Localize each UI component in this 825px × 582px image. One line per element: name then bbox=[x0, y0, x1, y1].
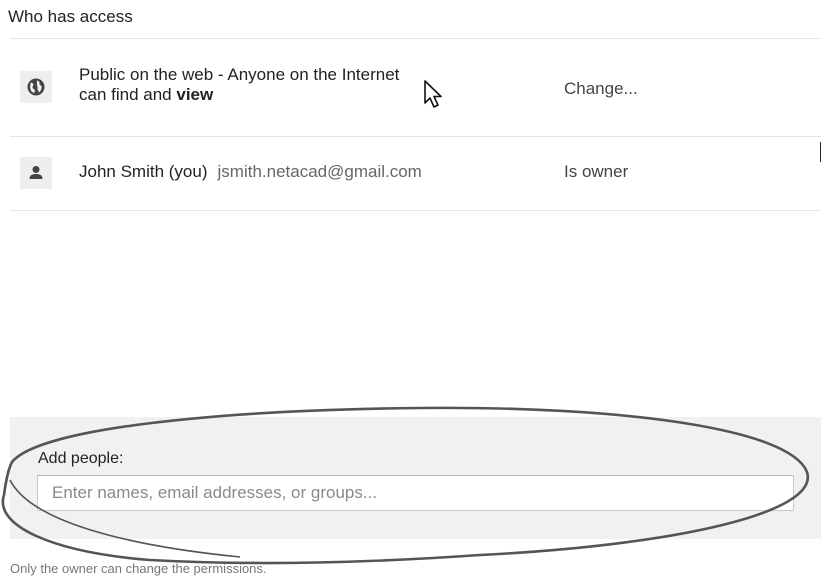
owner-name: John Smith (you) bbox=[79, 162, 208, 181]
add-people-panel: Add people: bbox=[10, 417, 821, 539]
owner-email: jsmith.netacad@gmail.com bbox=[217, 162, 422, 181]
public-access-description: Public on the web - Anyone on the Intern… bbox=[79, 65, 499, 105]
change-link[interactable]: Change... bbox=[564, 79, 638, 99]
owner-role: Is owner bbox=[564, 162, 629, 181]
person-icon bbox=[20, 157, 52, 189]
owner-only-note: Only the owner can change the permission… bbox=[10, 561, 267, 576]
globe-icon bbox=[20, 71, 52, 103]
who-has-access-heading: Who has access bbox=[8, 7, 133, 26]
add-people-label: Add people: bbox=[38, 450, 124, 467]
text-caret bbox=[820, 142, 821, 162]
owner-description: John Smith (you) jsmith.netacad@gmail.com bbox=[79, 162, 422, 182]
public-access-permission: view bbox=[176, 85, 214, 104]
access-row-owner: John Smith (you) jsmith.netacad@gmail.com… bbox=[10, 136, 821, 211]
public-access-line1: Public on the web - Anyone on the Intern… bbox=[79, 65, 400, 84]
public-access-line2-text: can find and bbox=[79, 85, 177, 104]
access-row-public: Public on the web - Anyone on the Intern… bbox=[10, 38, 821, 137]
add-people-input[interactable] bbox=[37, 475, 794, 511]
